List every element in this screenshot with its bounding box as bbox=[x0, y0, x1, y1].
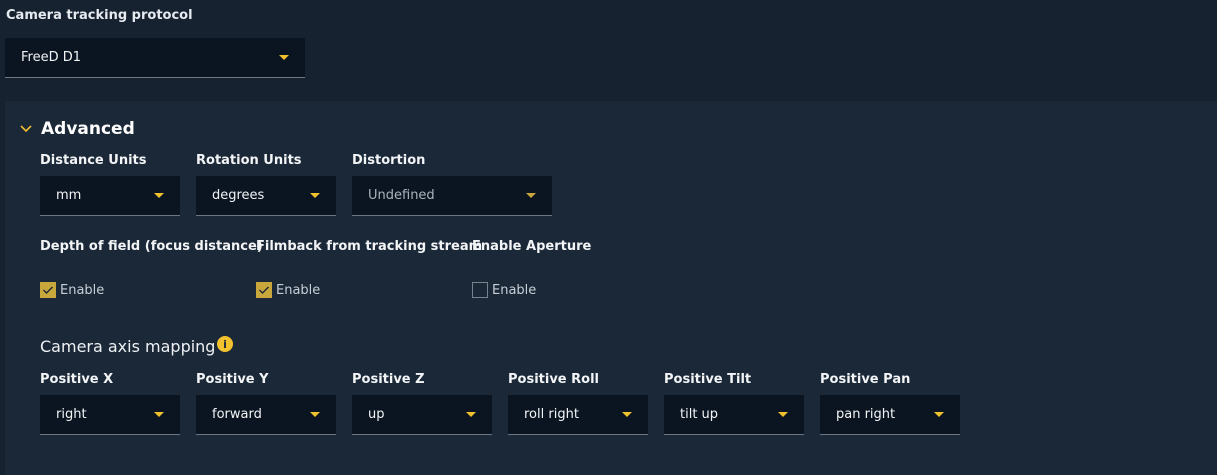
distance-units-select[interactable]: mm bbox=[40, 176, 180, 216]
positive-tilt-label: Positive Tilt bbox=[664, 372, 752, 387]
advanced-panel: Advanced Distance Units mm Rotation Unit… bbox=[5, 101, 1217, 475]
chevron-down-icon bbox=[20, 125, 32, 133]
distance-units-value: mm bbox=[56, 188, 82, 203]
positive-pan-value: pan right bbox=[836, 407, 896, 422]
rotation-units-label: Rotation Units bbox=[196, 153, 302, 168]
caret-down-icon bbox=[154, 412, 164, 417]
advanced-toggle[interactable]: Advanced bbox=[19, 119, 135, 139]
enable-aperture-checkbox[interactable]: Enable bbox=[472, 282, 536, 298]
depth-of-field-check-label: Enable bbox=[60, 282, 105, 298]
axis-mapping-title: Camera axis mapping bbox=[40, 337, 216, 356]
filmback-check-label: Enable bbox=[276, 282, 321, 298]
positive-y-value: forward bbox=[212, 407, 262, 422]
positive-z-label: Positive Z bbox=[352, 372, 425, 387]
caret-down-icon bbox=[526, 193, 536, 198]
depth-of-field-checkbox[interactable]: Enable bbox=[40, 282, 104, 298]
distortion-label: Distortion bbox=[352, 153, 426, 168]
positive-tilt-select[interactable]: tilt up bbox=[664, 395, 804, 435]
filmback-label: Filmback from tracking stream bbox=[256, 239, 483, 254]
caret-down-icon bbox=[934, 412, 944, 417]
distortion-select[interactable]: Undefined bbox=[352, 176, 552, 216]
caret-down-icon bbox=[778, 412, 788, 417]
depth-of-field-label: Depth of field (focus distance) bbox=[40, 239, 263, 254]
positive-pan-label: Positive Pan bbox=[820, 372, 911, 387]
positive-roll-value: roll right bbox=[524, 407, 579, 422]
protocol-value: FreeD D1 bbox=[21, 50, 82, 65]
positive-z-select[interactable]: up bbox=[352, 395, 492, 435]
checkmark-icon bbox=[40, 282, 56, 298]
caret-down-icon bbox=[310, 412, 320, 417]
distance-units-label: Distance Units bbox=[40, 153, 147, 168]
checkbox-empty-icon bbox=[472, 282, 488, 298]
positive-tilt-value: tilt up bbox=[680, 407, 719, 422]
filmback-checkbox[interactable]: Enable bbox=[256, 282, 320, 298]
positive-y-select[interactable]: forward bbox=[196, 395, 336, 435]
advanced-title: Advanced bbox=[41, 119, 135, 139]
rotation-units-value: degrees bbox=[212, 188, 265, 203]
info-icon[interactable]: i bbox=[217, 336, 233, 352]
checkmark-icon bbox=[256, 282, 272, 298]
distortion-value: Undefined bbox=[368, 188, 435, 203]
positive-x-select[interactable]: right bbox=[40, 395, 180, 435]
positive-y-label: Positive Y bbox=[196, 372, 269, 387]
caret-down-icon bbox=[154, 193, 164, 198]
positive-pan-select[interactable]: pan right bbox=[820, 395, 960, 435]
positive-z-value: up bbox=[368, 407, 385, 422]
positive-x-label: Positive X bbox=[40, 372, 114, 387]
protocol-select[interactable]: FreeD D1 bbox=[5, 38, 305, 78]
enable-aperture-label: Enable Aperture bbox=[472, 239, 592, 254]
caret-down-icon bbox=[622, 412, 632, 417]
positive-roll-label: Positive Roll bbox=[508, 372, 599, 387]
enable-aperture-check-label: Enable bbox=[492, 282, 537, 298]
caret-down-icon bbox=[466, 412, 476, 417]
positive-roll-select[interactable]: roll right bbox=[508, 395, 648, 435]
caret-down-icon bbox=[310, 193, 320, 198]
caret-down-icon bbox=[279, 55, 289, 60]
positive-x-value: right bbox=[56, 407, 87, 422]
protocol-label: Camera tracking protocol bbox=[6, 8, 193, 23]
rotation-units-select[interactable]: degrees bbox=[196, 176, 336, 216]
